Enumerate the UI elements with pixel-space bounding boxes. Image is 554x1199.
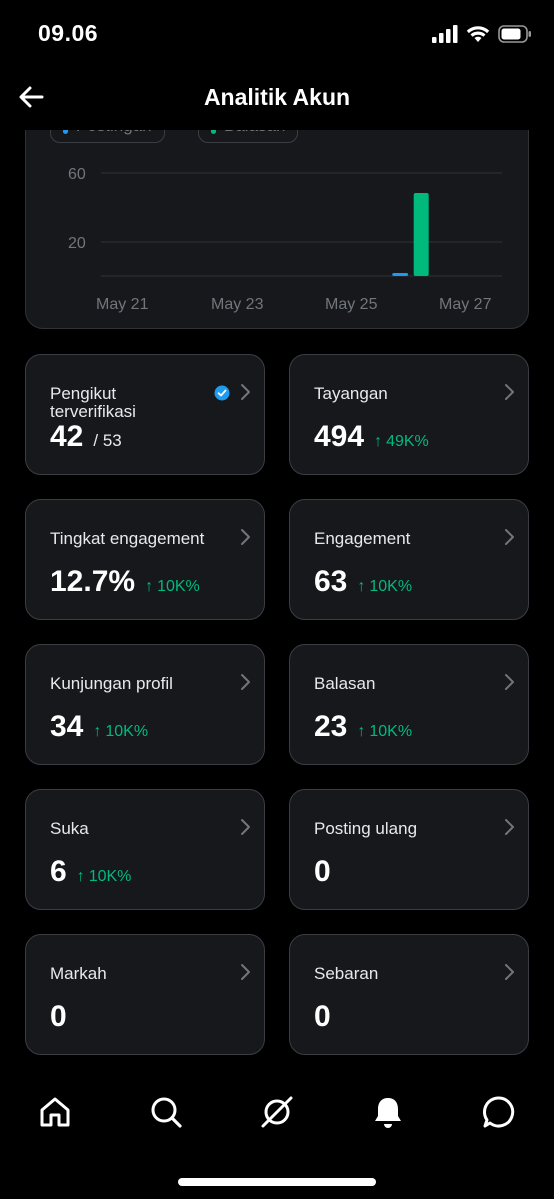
metric-value: 12.7% — [50, 565, 136, 598]
home-icon[interactable] — [37, 1094, 73, 1130]
y-tick-label: 20 — [68, 235, 86, 252]
metric-value-row: 12.7% ↑ 10K% — [50, 565, 200, 599]
metric-card-suka[interactable]: Suka 6 ↑ 10K% — [25, 789, 265, 910]
metric-value-row: 34 ↑ 10K% — [50, 710, 148, 744]
bottom-tab-bar — [0, 1080, 554, 1199]
arrow-up-icon: ↑ — [145, 578, 154, 595]
metric-label: Engagement — [314, 529, 411, 548]
status-bar: 09.06 — [0, 0, 554, 66]
x-tick-label: May 25 — [325, 296, 378, 313]
arrow-up-icon: ↑ — [93, 723, 102, 740]
metric-card-balasan[interactable]: Balasan 23 ↑ 10K% — [289, 644, 529, 765]
x-tick-label: May 27 — [439, 296, 492, 313]
arrow-up-icon: ↑ — [76, 868, 85, 885]
bar-balasan-may-26[interactable] — [413, 193, 429, 276]
search-icon[interactable] — [148, 1094, 184, 1130]
metric-value: 0 — [314, 1000, 331, 1033]
metric-card-posting-ulang[interactable]: Posting ulang 0 — [289, 789, 529, 910]
notifications-bell-icon[interactable] — [370, 1094, 406, 1130]
metric-label: Suka — [50, 819, 89, 838]
metric-change: ↑ 10K% — [357, 723, 412, 741]
header: Analitik Akun — [0, 66, 554, 130]
home-indicator — [178, 1178, 376, 1186]
metric-change: ↑ 10K% — [77, 868, 132, 886]
metric-change-value: 10K% — [88, 868, 132, 885]
chevron-right-icon — [505, 819, 514, 835]
activity-chart-card: Postingan Balasan 6020May 21May 23May 25… — [25, 100, 529, 329]
x-tick-label: May 23 — [211, 296, 264, 313]
chevron-right-icon — [241, 529, 250, 545]
metric-value-row: 42 / 53 — [50, 420, 122, 454]
metric-value: 6 — [50, 855, 67, 888]
bar-chart: 60 20 May 21 May 23 May 25 May 27 — [68, 166, 502, 313]
metric-value-row: 63 ↑ 10K% — [314, 565, 412, 599]
arrow-up-icon: ↑ — [374, 433, 383, 450]
grok-icon[interactable] — [259, 1094, 295, 1130]
metric-value-row: 0 — [314, 855, 331, 889]
verified-badge-icon — [214, 385, 230, 401]
chevron-right-icon — [505, 529, 514, 545]
metric-total: / 53 — [93, 431, 122, 450]
metric-label: Pengikut terverifikasi — [50, 384, 136, 421]
metric-label: Balasan — [314, 674, 376, 693]
metric-label: Tingkat engagement — [50, 529, 205, 548]
metric-card-tingkat-engagement[interactable]: Tingkat engagement 12.7% ↑ 10K% — [25, 499, 265, 620]
metric-value: 63 — [314, 565, 348, 598]
metric-change-value: 49K% — [386, 433, 429, 450]
metric-value: 0 — [50, 1000, 67, 1033]
metric-change-value: 10K% — [369, 578, 413, 595]
metric-change-value: 10K% — [105, 723, 149, 740]
metric-value-row: 0 — [50, 1000, 67, 1034]
metric-label: Kunjungan profil — [50, 674, 173, 693]
bar-postingan-may-26[interactable] — [392, 273, 409, 276]
chevron-right-icon — [505, 384, 514, 400]
metric-value: 42 — [50, 420, 84, 453]
chevron-right-icon — [241, 964, 250, 980]
metric-change: ↑ 10K% — [93, 723, 148, 741]
metric-label: Tayangan — [314, 384, 388, 403]
metric-card-markah[interactable]: Markah 0 — [25, 934, 265, 1055]
metric-value: 494 — [314, 420, 365, 453]
metric-change: ↑ 10K% — [145, 578, 200, 596]
wifi-icon — [466, 26, 490, 42]
metric-change: ↑ 49K% — [374, 433, 429, 451]
battery-icon — [498, 25, 531, 43]
metric-label: Posting ulang — [314, 819, 418, 838]
metric-change-value: 10K% — [157, 578, 200, 595]
metric-change-value: 10K% — [369, 723, 413, 740]
y-tick-label: 60 — [68, 166, 86, 183]
metric-value-row: 0 — [314, 1000, 331, 1034]
status-time: 09.06 — [38, 20, 99, 46]
metric-value-row: 23 ↑ 10K% — [314, 710, 412, 744]
metric-value-row: 494 ↑ 49K% — [314, 420, 429, 454]
chevron-right-icon — [505, 674, 514, 690]
metric-card-pengikut-terverifikasi[interactable]: Pengikut terverifikasi 42 / 53 — [25, 354, 265, 475]
metric-card-engagement[interactable]: Engagement 63 ↑ 10K% — [289, 499, 529, 620]
cellular-signal-icon — [432, 25, 458, 43]
metric-card-sebaran[interactable]: Sebaran 0 — [289, 934, 529, 1055]
metric-change: ↑ 10K% — [357, 578, 412, 596]
metric-card-tayangan[interactable]: Tayangan 494 ↑ 49K% — [289, 354, 529, 475]
arrow-up-icon: ↑ — [357, 578, 366, 595]
arrow-up-icon: ↑ — [357, 723, 366, 740]
metric-value: 0 — [314, 855, 331, 888]
metric-label: Sebaran — [314, 964, 379, 983]
page-title: Analitik Akun — [203, 84, 351, 110]
messages-icon[interactable] — [481, 1094, 517, 1130]
chevron-right-icon — [505, 964, 514, 980]
x-tick-label: May 21 — [96, 296, 149, 313]
chevron-right-icon — [241, 674, 250, 690]
metric-label: Markah — [50, 964, 107, 983]
status-icons — [432, 22, 532, 46]
metric-card-kunjungan-profil[interactable]: Kunjungan profil 34 ↑ 10K% — [25, 644, 265, 765]
chevron-right-icon — [241, 819, 250, 835]
chevron-right-icon — [241, 384, 250, 400]
metric-value: 23 — [314, 710, 348, 743]
metric-value: 34 — [50, 710, 84, 743]
metric-value-row: 6 ↑ 10K% — [50, 855, 131, 889]
